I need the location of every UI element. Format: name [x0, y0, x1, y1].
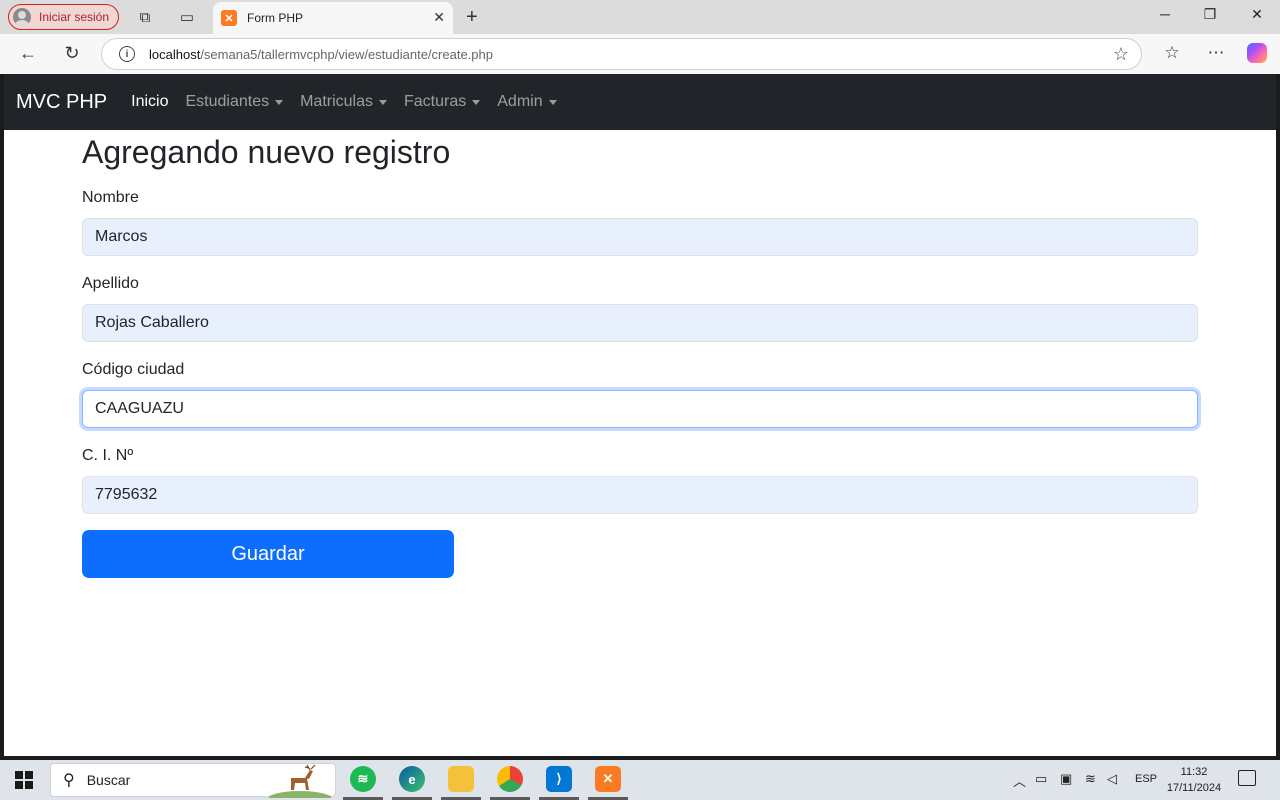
profile-button[interactable]: Iniciar sesión	[8, 4, 119, 30]
security-icon[interactable]: ▣	[1060, 771, 1072, 787]
nav-item-label: Facturas	[404, 93, 467, 110]
profile-avatar-icon	[13, 8, 31, 26]
chrome-icon[interactable]	[497, 766, 523, 792]
page-viewport: MVC PHP Inicio Estudiantes Matriculas Fa…	[4, 74, 1276, 756]
nombre-input[interactable]	[82, 218, 1198, 256]
codigo-ciudad-input[interactable]	[82, 390, 1198, 428]
nav-item-label: Admin	[497, 93, 543, 110]
caret-down-icon	[472, 99, 481, 105]
spotify-icon[interactable]: ≋	[350, 766, 376, 792]
volume-icon[interactable]: ◁	[1107, 771, 1117, 787]
search-label: Buscar	[86, 772, 131, 788]
restore-icon[interactable]: ❐	[1200, 6, 1220, 23]
file-explorer-icon[interactable]	[448, 766, 474, 792]
nav-item-label: Estudiantes	[185, 93, 270, 110]
field-ci: C. I. Nº	[82, 446, 1198, 514]
page-title: Agregando nuevo registro	[82, 134, 451, 170]
url-host: localhost	[149, 46, 201, 62]
profile-label: Iniciar sesión	[39, 10, 110, 24]
back-icon[interactable]: ←	[17, 43, 39, 64]
deer-illustration-icon	[269, 764, 331, 798]
url-input[interactable]: i localhost/semana5/tallermvcphp/view/es…	[101, 38, 1142, 70]
xampp-favicon-icon: ✕	[221, 10, 237, 26]
nav-item-estudiantes[interactable]: Estudiantes	[185, 93, 284, 111]
taskbar-clock[interactable]: 11:32 17/11/2024	[1162, 764, 1226, 796]
navbar-brand[interactable]: MVC PHP	[16, 91, 107, 114]
close-window-icon[interactable]: ✕	[1247, 6, 1267, 23]
search-icon: ⚲	[63, 772, 75, 789]
favorite-star-icon[interactable]: ☆	[1113, 44, 1129, 65]
copilot-icon[interactable]	[1247, 43, 1267, 63]
caret-down-icon	[275, 99, 284, 105]
caret-down-icon	[379, 99, 387, 105]
nav-item-matriculas[interactable]: Matriculas	[300, 93, 387, 111]
taskbar-search-input[interactable]: ⚲ Buscar	[50, 763, 336, 798]
minimize-icon[interactable]: ─	[1155, 6, 1175, 22]
ci-input[interactable]	[82, 476, 1198, 514]
field-apellido: Apellido	[82, 274, 1198, 342]
nav-item-label: Matriculas	[300, 93, 373, 110]
refresh-icon[interactable]: ↻	[61, 43, 83, 64]
nav-item-admin[interactable]: Admin	[497, 93, 557, 111]
vscode-icon[interactable]: ⟩	[546, 766, 572, 792]
app-navbar: MVC PHP Inicio Estudiantes Matriculas Fa…	[4, 74, 1276, 130]
new-tab-icon[interactable]: +	[466, 6, 478, 29]
notifications-icon[interactable]	[1238, 770, 1256, 786]
nav-item-inicio[interactable]: Inicio	[131, 93, 168, 111]
apellido-input[interactable]	[82, 304, 1198, 342]
field-codigo-ciudad: Código ciudad	[82, 360, 1198, 428]
caret-down-icon	[548, 99, 557, 105]
nombre-label: Nombre	[82, 189, 139, 206]
edge-icon[interactable]: e	[399, 766, 425, 792]
nav-item-facturas[interactable]: Facturas	[404, 93, 481, 111]
close-tab-icon[interactable]: ✕	[433, 9, 445, 26]
clock-time: 11:32	[1180, 766, 1208, 778]
tray-overflow-chevron-icon[interactable]: ︿	[1013, 771, 1026, 790]
site-info-icon[interactable]: i	[119, 46, 135, 62]
xampp-icon[interactable]: ✕	[595, 766, 621, 792]
ci-label: C. I. Nº	[82, 447, 134, 464]
tab-title: Form PHP	[247, 11, 304, 25]
form-container: Agregando nuevo registro Nombre Apellido…	[82, 130, 1198, 578]
codigo-ciudad-label: Código ciudad	[82, 361, 185, 378]
guardar-button[interactable]: Guardar	[82, 530, 454, 578]
field-nombre: Nombre	[82, 188, 1198, 256]
address-bar-row: ← ↻ i localhost/semana5/tallermvcphp/vie…	[0, 34, 1280, 74]
wifi-icon[interactable]: ≋	[1085, 771, 1096, 787]
windows-start-icon[interactable]	[15, 771, 33, 789]
nav-item-label: Inicio	[131, 93, 169, 110]
apellido-label: Apellido	[82, 275, 139, 292]
url-path: /semana5/tallermvcphp/view/estudiante/cr…	[200, 46, 493, 62]
more-options-icon[interactable]: ⋯	[1205, 43, 1227, 63]
favorites-icon[interactable]: ☆	[1161, 43, 1183, 63]
browser-tab-bar: Iniciar sesión ⧉ ▭ ✕ Form PHP ✕ + ─ ❐ ✕	[0, 0, 1280, 34]
vertical-tabs-icon[interactable]: ▭	[178, 8, 196, 26]
clock-date: 17/11/2024	[1166, 782, 1222, 794]
workspaces-icon[interactable]: ⧉	[136, 8, 154, 26]
language-indicator[interactable]: ESP	[1135, 773, 1157, 785]
windows-taskbar: ⚲ Buscar ≋ e ⟩ ✕ ︿ ▭ ▣ ≋ ◁ ESP 11:32 17/…	[0, 760, 1280, 800]
tab-form-php[interactable]: ✕ Form PHP ✕	[213, 2, 453, 34]
battery-icon[interactable]: ▭	[1035, 771, 1047, 787]
